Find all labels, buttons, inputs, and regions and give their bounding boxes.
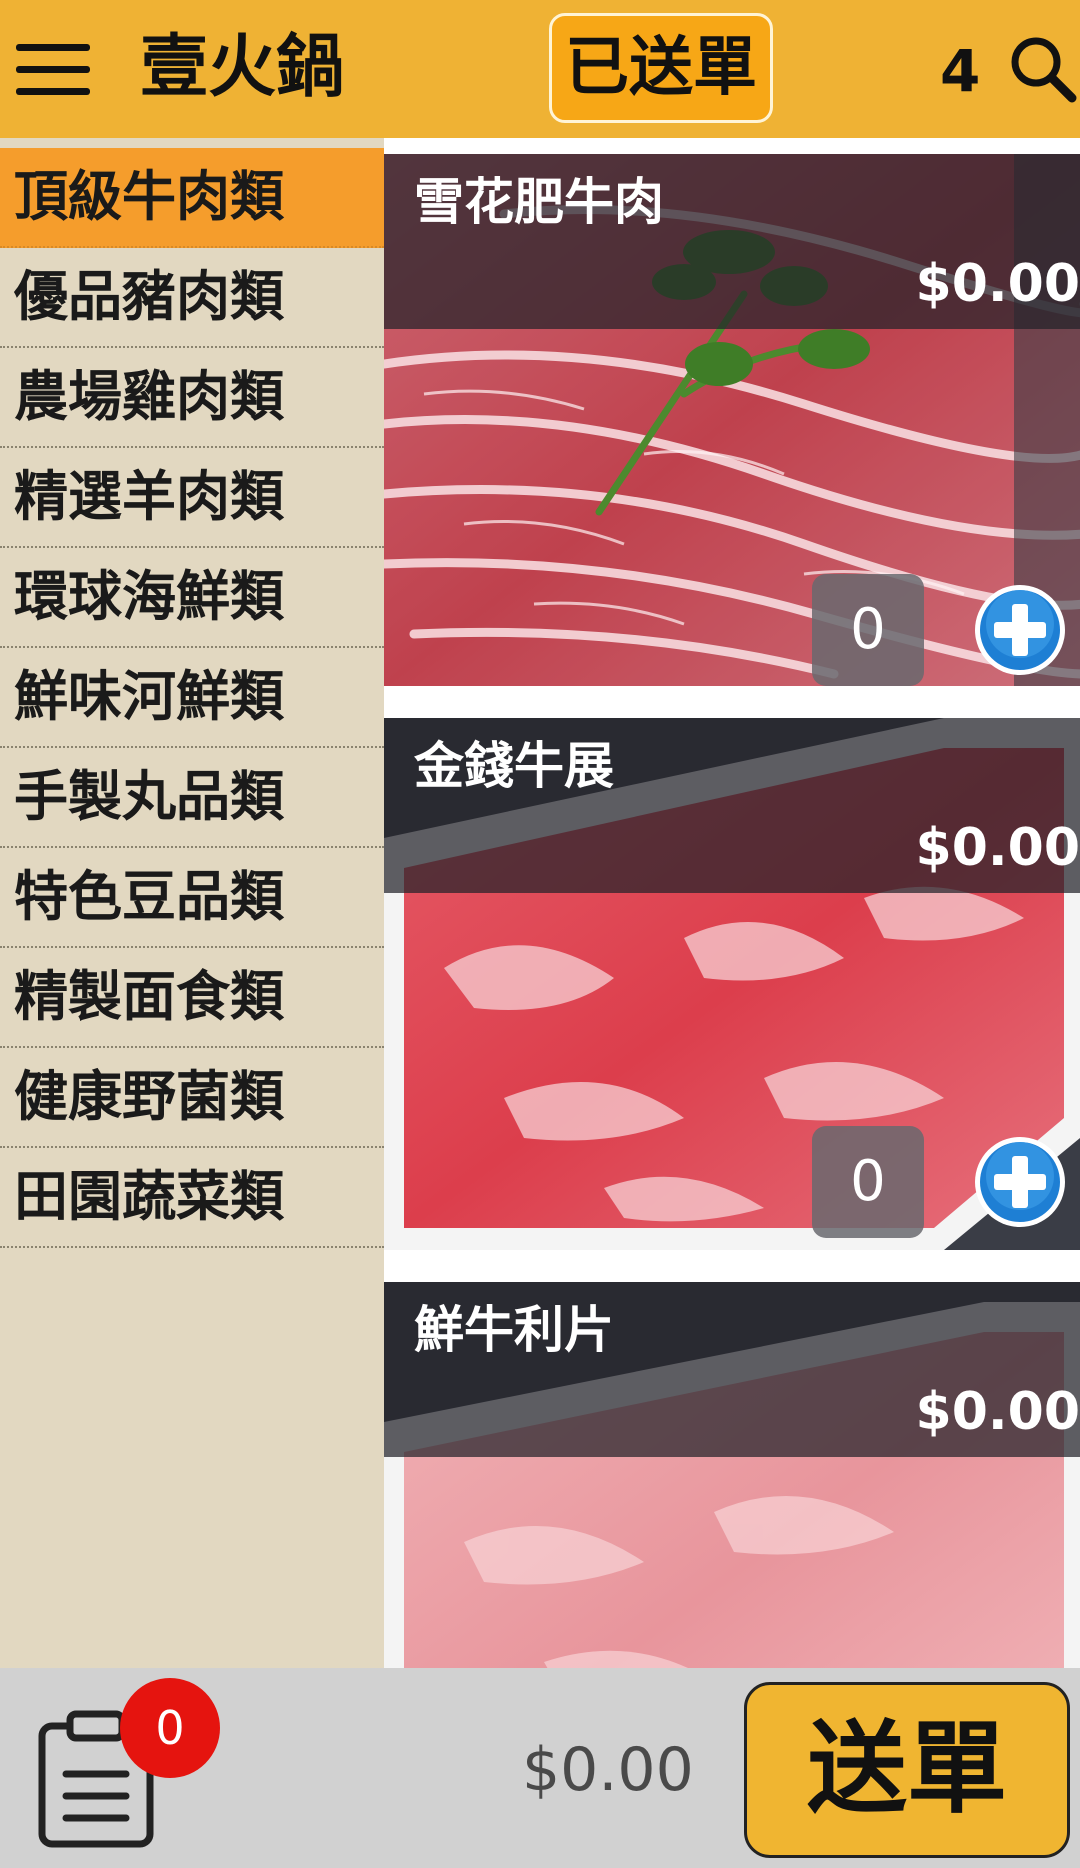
plus-circle-icon[interactable] [972,582,1068,678]
product-list: 雪花肥牛肉 $0.00 0 金錢牛展 $0.00 0 鮮牛利片 $0.00 [384,138,1080,1668]
category-item-mushrooms[interactable]: 健康野菌類 [0,1048,384,1148]
category-sidebar: 頂級牛肉類 優品豬肉類 農場雞肉類 精選羊肉類 環球海鮮類 鮮味河鮮類 手製丸品… [0,148,384,1668]
sent-orders-button[interactable]: 已送單 [549,13,773,123]
top-bar: 壹火鍋 已送單 4 [0,0,1080,138]
category-item-tofu[interactable]: 特色豆品類 [0,848,384,948]
hamburger-menu-icon[interactable] [16,40,92,98]
product-name: 金錢牛展 [414,737,614,795]
category-item-noodles[interactable]: 精製面食類 [0,948,384,1048]
product-price: $0.00 [915,254,1080,314]
category-item-river-food[interactable]: 鮮味河鮮類 [0,648,384,748]
search-icon[interactable] [1008,34,1078,104]
product-price: $0.00 [915,818,1080,878]
menu-line [16,66,90,73]
quantity-display: 0 [812,1126,924,1238]
submit-order-button[interactable]: 送單 [744,1682,1070,1858]
quantity-display: 0 [812,574,924,686]
category-item-pork[interactable]: 優品豬肉類 [0,248,384,348]
category-item-balls[interactable]: 手製丸品類 [0,748,384,848]
app-title: 壹火鍋 [140,28,345,107]
product-card[interactable]: 鮮牛利片 $0.00 [384,1282,1080,1668]
bottom-bar: 0 $0.00 送單 [0,1668,1080,1868]
product-card[interactable]: 雪花肥牛肉 $0.00 0 [384,154,1080,686]
category-item-seafood[interactable]: 環球海鮮類 [0,548,384,648]
category-item-lamb[interactable]: 精選羊肉類 [0,448,384,548]
plus-circle-icon[interactable] [972,1134,1068,1230]
order-total: $0.00 [522,1735,694,1805]
menu-line [16,44,90,51]
order-count: 4 [940,37,981,105]
product-card[interactable]: 金錢牛展 $0.00 0 [384,718,1080,1250]
menu-line [16,88,90,95]
product-name: 雪花肥牛肉 [414,173,664,231]
category-item-chicken[interactable]: 農場雞肉類 [0,348,384,448]
product-name: 鮮牛利片 [414,1301,614,1359]
category-item-vegetables[interactable]: 田園蔬菜類 [0,1148,384,1248]
product-price: $0.00 [915,1382,1080,1442]
category-item-beef[interactable]: 頂級牛肉類 [0,148,384,248]
cart-count-badge: 0 [120,1678,220,1778]
